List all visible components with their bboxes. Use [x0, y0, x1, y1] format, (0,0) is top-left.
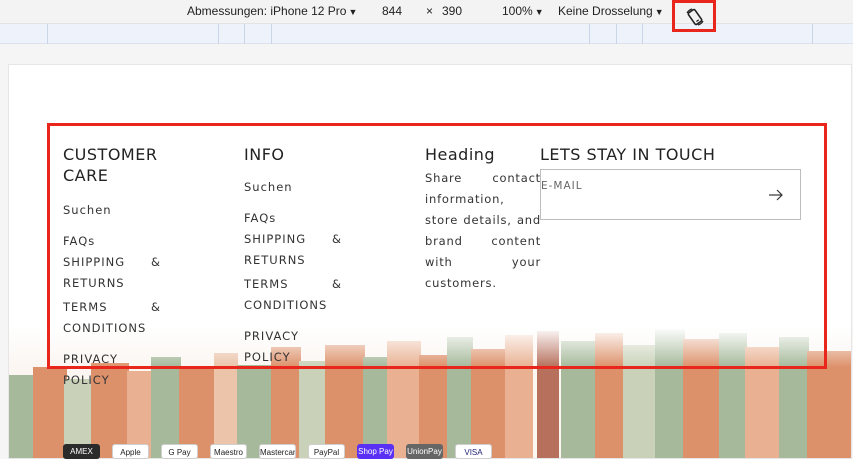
link-search[interactable]: Suchen — [244, 177, 344, 198]
throttle-label: Keine Drosselung — [558, 4, 653, 18]
link-shipping-returns[interactable]: SHIPPING & RETURNS — [244, 229, 342, 271]
link-privacy-policy[interactable]: PRIVACY POLICY — [244, 326, 344, 368]
paypal-icon: PayPal — [308, 444, 345, 459]
email-form — [540, 169, 801, 220]
caret-down-icon: ▼ — [348, 7, 358, 17]
link-faqs[interactable]: FAQs — [244, 208, 344, 229]
heading-column: Heading Share contact information, store… — [425, 144, 541, 294]
link-privacy-policy[interactable]: PRIVACY POLICY — [63, 349, 163, 391]
info-heading: INFO — [244, 145, 285, 164]
rotate-device-button[interactable] — [672, 0, 716, 32]
rotate-device-icon — [686, 8, 704, 26]
newsletter-column: LETS STAY IN TOUCH — [540, 144, 802, 165]
width-input[interactable]: 844 — [382, 4, 402, 18]
customer-care-heading: CUSTOMER CARE — [63, 145, 158, 185]
unionpay-icon: UnionPay — [406, 444, 443, 459]
google-pay-icon: G Pay — [161, 444, 198, 459]
mastercard-icon: Mastercard — [259, 444, 296, 459]
maestro-icon: Maestro — [210, 444, 247, 459]
apple-pay-icon: Apple Pay — [112, 444, 149, 459]
times-sign: × — [426, 4, 434, 18]
caret-down-icon: ▼ — [534, 7, 544, 17]
brand-heading: Heading — [425, 145, 496, 164]
zoom-dropdown[interactable]: 100% ▼ — [502, 4, 544, 18]
devtools-toolbar: Abmessungen: iPhone 12 Pro ▼ 844 × 390 10… — [0, 0, 853, 24]
amex-icon: AMEX — [63, 444, 100, 459]
customer-care-column: CUSTOMER CARE Suchen FAQs SHIPPING & RET… — [63, 144, 163, 391]
arrow-right-icon[interactable] — [768, 188, 784, 206]
device-dimensions-label: Abmessungen: iPhone 12 Pro — [187, 4, 347, 18]
shop-pay-icon: Shop Pay — [357, 444, 394, 459]
link-terms-conditions[interactable]: TERMS & CONDITIONS — [244, 274, 342, 316]
throttle-dropdown[interactable]: Keine Drosselung ▼ — [558, 4, 664, 18]
info-column: INFO Suchen FAQs SHIPPING & RETURNS TERM… — [244, 144, 344, 368]
caret-down-icon: ▼ — [654, 7, 664, 17]
visa-icon: VISA — [455, 444, 492, 459]
newsletter-heading: LETS STAY IN TOUCH — [540, 145, 716, 164]
emulated-page: CUSTOMER CARE Suchen FAQs SHIPPING & RET… — [8, 64, 852, 459]
breakpoint-ruler — [0, 24, 853, 44]
brand-blurb: Share contact information, store details… — [425, 171, 541, 290]
link-faqs[interactable]: FAQs — [63, 231, 163, 252]
link-shipping-returns[interactable]: SHIPPING & RETURNS — [63, 252, 161, 294]
zoom-label: 100% — [502, 4, 533, 18]
height-input[interactable]: 390 — [442, 4, 462, 18]
email-input[interactable] — [541, 180, 751, 192]
link-search[interactable]: Suchen — [63, 200, 163, 221]
device-dimensions-dropdown[interactable]: Abmessungen: iPhone 12 Pro ▼ — [187, 4, 357, 18]
viewport-frame: CUSTOMER CARE Suchen FAQs SHIPPING & RET… — [0, 44, 853, 459]
link-terms-conditions[interactable]: TERMS & CONDITIONS — [63, 297, 161, 339]
